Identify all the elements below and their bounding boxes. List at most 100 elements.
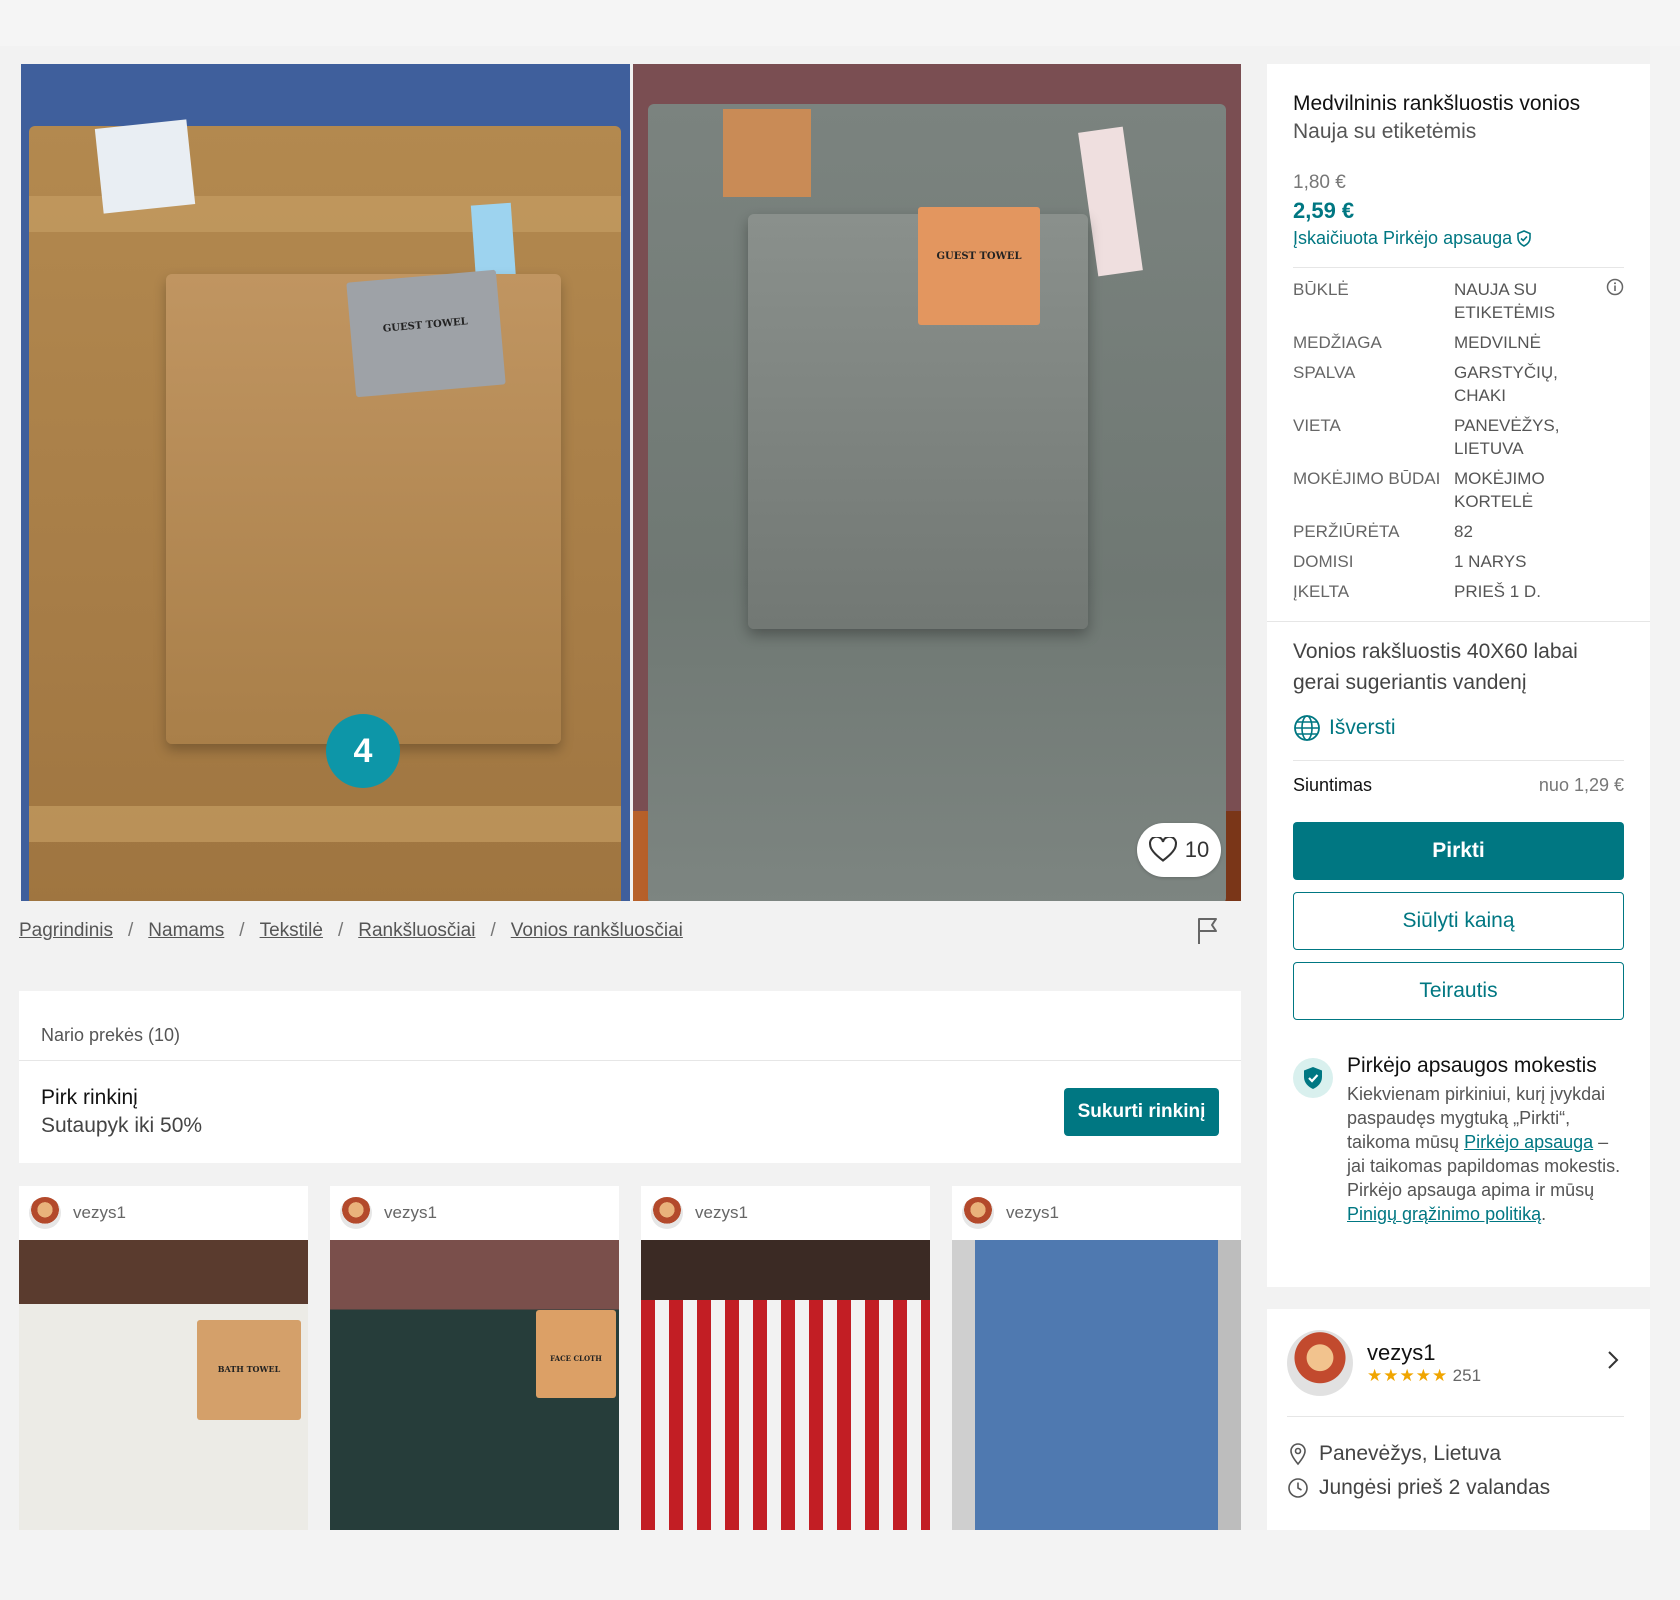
seller-location: Panevėžys, Lietuva: [1287, 1437, 1624, 1471]
item-card[interactable]: vezys1: [641, 1186, 930, 1530]
translate-label: Išversti: [1329, 716, 1396, 739]
item-photo-2[interactable]: GUEST TOWEL 10: [633, 64, 1241, 901]
denim-dress-photo: [952, 1240, 1241, 1530]
item-title: Medvilninis rankšluostis vonios: [1293, 92, 1581, 115]
detail-row: Įkelta prieš 1 d.: [1293, 580, 1624, 603]
member-items-header: Nario prekės (10): [19, 991, 1241, 1061]
seller-last-seen: Jungėsi prieš 2 valandas: [1287, 1471, 1624, 1505]
rating-stars: ★★★★★: [1367, 1365, 1449, 1385]
price-with-protection[interactable]: 2,59 €: [1293, 198, 1624, 224]
favorites-count: 10: [1184, 837, 1210, 862]
detail-value: Garstyčių, chaki: [1454, 363, 1558, 405]
detail-value: Mokėjimo kortelė: [1454, 469, 1545, 511]
location-pin-icon: [1290, 1443, 1306, 1466]
breadcrumb-bath-towels[interactable]: Vonios rankšluosčiai: [511, 920, 683, 942]
item-card[interactable]: vezys1: [952, 1186, 1241, 1530]
shield-icon: [1517, 230, 1531, 247]
protection-note[interactable]: Įskaičiuota Pirkėjo apsauga: [1293, 228, 1624, 249]
info-icon[interactable]: [1606, 278, 1624, 296]
product-tag: [94, 119, 196, 214]
shipping-row: Siuntimas nuo 1,29 €: [1293, 760, 1624, 800]
shipping-price: nuo 1,29 €: [1538, 775, 1624, 795]
buyer-protection-info: Pirkėjo apsaugos mokestis Kiekvienam pir…: [1293, 1054, 1624, 1226]
detail-value: Panevėžys, Lietuva: [1454, 416, 1560, 458]
detail-key: Vieta: [1293, 416, 1341, 435]
fee-text-part: .: [1541, 1204, 1547, 1224]
chevron-right-icon: [1608, 1351, 1619, 1369]
card-user[interactable]: vezys1: [19, 1186, 308, 1240]
detail-value: Nauja su etiketėmis: [1454, 280, 1556, 322]
detail-value: 1 narys: [1454, 552, 1527, 571]
detail-row: Medžiaga Medvilnė: [1293, 331, 1624, 354]
make-offer-button[interactable]: Siūlyti kainą: [1293, 892, 1624, 950]
detail-key: Mokėjimo būdai: [1293, 469, 1441, 488]
card-username: vezys1: [73, 1203, 126, 1222]
candy-ornaments-photo: [641, 1240, 930, 1530]
detail-value: 82: [1454, 522, 1473, 541]
favorite-button[interactable]: 10: [1137, 823, 1221, 877]
item-condition: Nauja su etiketėmis: [1293, 120, 1477, 143]
avatar: [1287, 1329, 1353, 1396]
photo-gallery: GUEST TOWEL 4 GUEST TOWEL 10: [21, 64, 1241, 901]
card-username: vezys1: [695, 1203, 748, 1222]
white-towel-photo: BATH TOWEL: [19, 1240, 308, 1530]
shield-check-icon: [1293, 1058, 1333, 1098]
detail-key: Domisi: [1293, 552, 1354, 571]
breadcrumb-separator: /: [128, 920, 134, 941]
breadcrumb-home[interactable]: Pagrindinis: [19, 920, 113, 942]
breadcrumb-towels[interactable]: Rankšluosčiai: [358, 920, 475, 942]
towel-stripe: [29, 806, 621, 842]
guest-towel-label: GUEST TOWEL: [346, 269, 506, 398]
detail-key: Medžiaga: [1293, 333, 1382, 352]
dark-green-towel-photo: FACE CLOTH: [330, 1240, 619, 1530]
price-with-protection-value: 2,59 €: [1293, 198, 1355, 223]
detail-row: Mokėjimo būdai Mokėjimo kortelė: [1293, 467, 1624, 513]
ask-seller-button[interactable]: Teirautis: [1293, 962, 1624, 1020]
detail-row: Spalva Garstyčių, chaki: [1293, 361, 1624, 407]
seller-profile-link[interactable]: vezys1 ★★★★★ 251: [1287, 1309, 1624, 1417]
shipping-label: Siuntimas: [1293, 775, 1373, 795]
item-sidebar: Medvilninis rankšluostis vonios Nauja su…: [1267, 64, 1650, 1287]
protection-note-text: Įskaičiuota Pirkėjo apsauga: [1293, 228, 1513, 248]
item-card[interactable]: vezys1 BATH TOWEL: [19, 1186, 308, 1530]
bundle-title: Pirk rinkinį: [41, 1086, 138, 1109]
detail-key: Peržiūrėta: [1293, 522, 1400, 541]
card-user[interactable]: vezys1: [641, 1186, 930, 1240]
section-divider: [1267, 621, 1650, 622]
card-user[interactable]: vezys1: [952, 1186, 1241, 1240]
buyer-protection-link[interactable]: Pirkėjo apsauga: [1464, 1132, 1593, 1152]
item-photo-1[interactable]: GUEST TOWEL 4: [21, 64, 630, 901]
avatar: [29, 1197, 61, 1229]
fee-text: Kiekvienam pirkiniui, kurį įvykdai paspa…: [1347, 1082, 1624, 1226]
breadcrumb-separator: /: [337, 920, 344, 941]
heart-icon: [1148, 837, 1177, 862]
buy-button[interactable]: Pirkti: [1293, 822, 1624, 880]
avatar: [340, 1197, 372, 1229]
seller-last-seen-text: Jungėsi prieš 2 valandas: [1319, 1476, 1551, 1499]
breadcrumb-textile[interactable]: Tekstilė: [260, 920, 323, 942]
breadcrumb-separator: /: [239, 920, 245, 941]
breadcrumb: Pagrindinis / Namams / Tekstilė / Rankšl…: [19, 920, 683, 942]
translate-button[interactable]: Išversti: [1293, 708, 1624, 748]
refund-policy-link[interactable]: Pinigų grąžinimo politiką: [1347, 1204, 1541, 1224]
report-flag-icon[interactable]: [1196, 916, 1222, 946]
create-bundle-button[interactable]: Sukurti rinkinį: [1064, 1088, 1219, 1136]
product-tag: [723, 109, 811, 197]
card-user[interactable]: vezys1: [330, 1186, 619, 1240]
detail-key: Spalva: [1293, 363, 1356, 382]
bath-towel-label: BATH TOWEL: [197, 1320, 301, 1420]
review-count: 251: [1452, 1365, 1482, 1385]
seller-meta: Panevėžys, Lietuva Jungėsi prieš 2 valan…: [1287, 1417, 1624, 1505]
avatar: [962, 1197, 994, 1229]
detail-row: Domisi 1 narys: [1293, 550, 1624, 573]
card-username: vezys1: [384, 1203, 437, 1222]
bundle-promo: Pirk rinkinį Sutaupyk iki 50% Sukurti ri…: [19, 1061, 1241, 1163]
photo-count-badge: 4: [326, 714, 400, 788]
item-price: 1,80 €: [1293, 172, 1346, 193]
member-items-panel: Nario prekės (10) Pirk rinkinį Sutaupyk …: [19, 991, 1241, 1163]
box-lid: [641, 1240, 930, 1300]
item-details: Būklė Nauja su etiketėmis Medžiaga Medvi…: [1293, 267, 1624, 603]
item-card[interactable]: vezys1 FACE CLOTH: [330, 1186, 619, 1530]
breadcrumb-separator: /: [490, 920, 496, 941]
breadcrumb-home-goods[interactable]: Namams: [148, 920, 224, 942]
